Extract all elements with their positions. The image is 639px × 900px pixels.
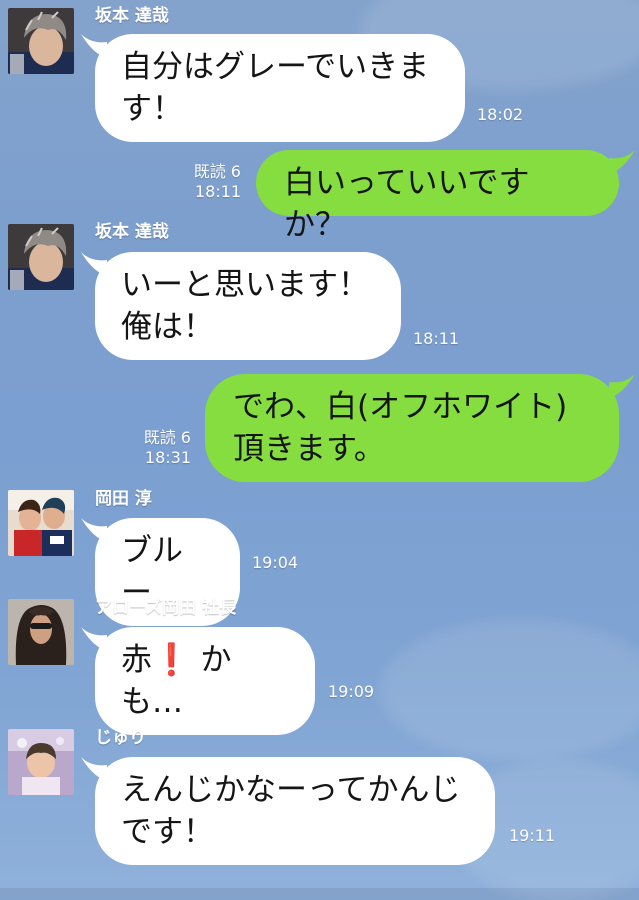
exclamation-emoji: ❗ [152, 642, 191, 678]
outgoing-message-bubble[interactable]: でわ、白(オフホワイト)頂きます。 [205, 374, 635, 482]
bubble-tail [81, 518, 107, 542]
message-text: でわ、白(オフホワイト)頂きます。 [233, 389, 568, 467]
sender-name: アローズ岡田 社長 [95, 598, 237, 618]
message-time: 18:31 [144, 448, 191, 467]
message-read-status: 既読 6 18:11 [194, 162, 241, 202]
message-text: えんじかなーってかんじです！ [121, 772, 461, 850]
outgoing-message-bubble[interactable]: 白いっていいですか？ [256, 150, 635, 243]
bubble-tail [609, 150, 635, 174]
incoming-message-bubble[interactable]: いーと思います！ 俺は！ [81, 252, 401, 360]
bubble-tail [81, 757, 107, 781]
bubble-tail [609, 374, 635, 398]
avatar-sakamoto[interactable] [8, 224, 74, 290]
message-time: 19:09 [328, 682, 375, 701]
bubble-tail [81, 252, 107, 276]
avatar-arrows[interactable] [8, 599, 74, 665]
bubble-tail [81, 34, 107, 58]
message-text: 白いっていいですか？ [284, 165, 530, 243]
background-cloud [380, 620, 639, 760]
sender-name: 岡田 淳 [95, 489, 152, 509]
avatar-sakamoto[interactable] [8, 8, 74, 74]
bubble-tail [81, 627, 107, 651]
sender-name: 坂本 達哉 [95, 6, 169, 26]
message-time: 19:04 [252, 553, 299, 572]
message-text: 自分はグレーでいきます！ [121, 49, 430, 127]
message-text: 赤 [121, 642, 152, 678]
avatar-okada[interactable] [8, 490, 74, 556]
message-text: いーと思います！ 俺は！ [121, 267, 369, 345]
message-time: 19:11 [509, 826, 556, 845]
incoming-message-bubble[interactable]: 赤❗ かも… [81, 627, 315, 735]
message-time: 18:02 [477, 105, 524, 124]
sender-name: 坂本 達哉 [95, 222, 169, 242]
sender-name: じゅり [95, 728, 146, 748]
incoming-message-bubble[interactable]: 自分はグレーでいきます！ [81, 34, 465, 142]
message-time: 18:11 [413, 329, 460, 348]
avatar-juri[interactable] [8, 729, 74, 795]
message-read-status: 既読 6 18:31 [144, 428, 191, 468]
incoming-message-bubble[interactable]: えんじかなーってかんじです！ [81, 757, 495, 865]
read-receipt: 既読 6 [193, 162, 241, 181]
message-time: 18:11 [194, 182, 241, 201]
read-receipt: 既読 6 [143, 428, 191, 447]
